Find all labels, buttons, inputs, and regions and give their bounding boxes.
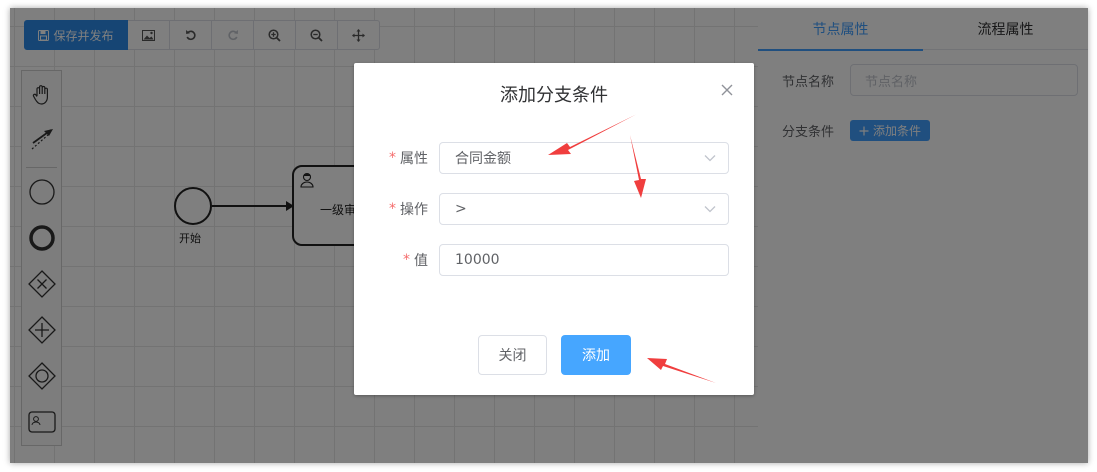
chevron-down-icon — [704, 206, 716, 213]
attribute-select-value: 合同金额 — [455, 151, 511, 167]
required-mark: * — [403, 252, 410, 268]
attribute-select[interactable]: 合同金额 — [439, 142, 729, 174]
required-mark: * — [389, 150, 396, 166]
value-input[interactable]: 10000 — [439, 244, 729, 276]
required-mark: * — [389, 201, 396, 217]
app-window: 保存并发布 — [10, 8, 1088, 463]
value-label: * 值 — [403, 252, 428, 269]
attribute-label: * 属性 — [389, 150, 428, 167]
operation-row: * 操作 > — [354, 193, 754, 225]
attribute-row: * 属性 合同金额 — [354, 142, 754, 174]
close-icon[interactable] — [720, 83, 734, 97]
dialog-title: 添加分支条件 — [500, 85, 608, 106]
chevron-down-icon — [704, 155, 716, 162]
operation-select[interactable]: > — [439, 193, 729, 225]
operation-select-value: > — [455, 201, 467, 217]
add-button[interactable]: 添加 — [561, 335, 631, 375]
value-row: * 值 10000 — [354, 244, 754, 276]
operation-label: * 操作 — [389, 201, 428, 218]
close-button[interactable]: 关闭 — [478, 335, 547, 375]
add-branch-condition-dialog: 添加分支条件 * 属性 合同金额 * 操作 > * 值 10000 关闭 添加 — [354, 63, 754, 395]
